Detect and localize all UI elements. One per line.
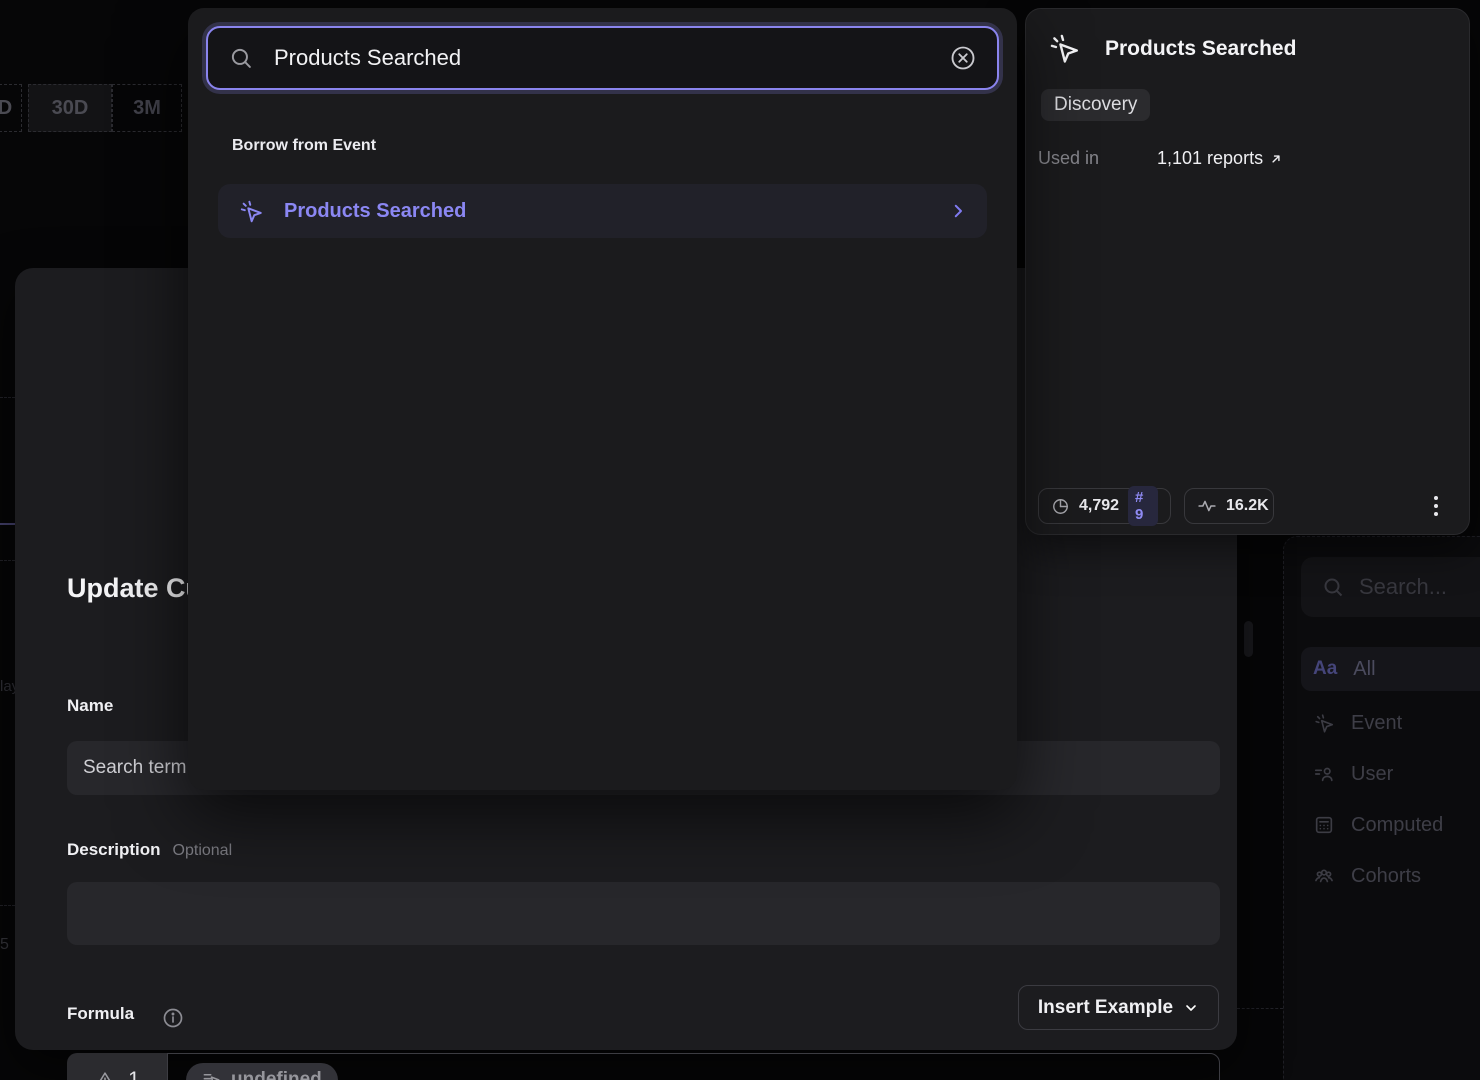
time-range-30d[interactable]: 30D [28,84,112,132]
search-result-products-searched[interactable]: Products Searched [218,184,987,238]
description-field[interactable] [67,882,1220,945]
event-cursor-icon [1047,31,1081,65]
property-type-sidebar: Search... Aa All Event User [1283,536,1480,1080]
search-icon [228,45,254,71]
total-count-pill[interactable]: 4,792 # 9 [1038,488,1171,524]
event-cursor-icon [1313,712,1335,734]
sidebar-item-label: Event [1351,712,1402,735]
sidebar-search-input[interactable]: Search... [1301,557,1480,617]
chevron-down-icon [1183,1000,1199,1016]
pie-chart-icon [1051,497,1070,516]
name-label: Name [67,696,113,716]
formula-property-chip[interactable]: undefined [186,1063,338,1080]
sidebar-item-user[interactable]: User [1301,752,1480,796]
search-input[interactable] [272,44,931,72]
user-profile-icon [1313,763,1335,785]
clear-search-icon[interactable] [949,44,977,72]
used-in-label: Used in [1038,148,1099,169]
result-label: Products Searched [284,200,929,223]
chart-gridline [0,560,15,561]
time-range-3m[interactable]: 3M [112,84,182,132]
search-input-wrapper [206,26,999,90]
scrollbar-thumb[interactable] [1244,621,1253,657]
calculator-icon [1313,814,1335,836]
panel-edge-fragment [1237,1008,1283,1009]
sidebar-item-label: Computed [1351,814,1443,837]
volume-pill[interactable]: 16.2K [1184,488,1274,524]
external-arrow-icon [1269,152,1283,166]
more-options-button[interactable] [1424,492,1448,520]
chip-label: undefined [231,1069,322,1080]
insert-example-button[interactable]: Insert Example [1018,985,1219,1030]
event-card-title: Products Searched [1105,37,1296,61]
chart-line-fragment [0,523,15,525]
volume-count: 16.2K [1226,497,1269,515]
sidebar-item-computed[interactable]: Computed [1301,803,1480,847]
formula-label: Formula [67,1004,134,1024]
sidebar-search-placeholder: Search... [1359,574,1447,600]
description-label: Description Optional [67,840,232,860]
formula-error-count: 1 [67,1053,167,1080]
sidebar-item-all[interactable]: Aa All [1301,647,1480,691]
sidebar-item-event[interactable]: Event [1301,701,1480,745]
app-root: D 30D 3M lay 5 Search... Aa All Event [0,0,1480,1080]
formula-editor[interactable]: undefined [167,1053,1220,1080]
sidebar-item-label: All [1353,658,1375,681]
activity-pulse-icon [1197,496,1217,516]
optional-label: Optional [173,842,233,860]
people-group-icon [1313,865,1335,887]
sidebar-item-label: User [1351,763,1393,786]
error-count: 1 [128,1068,140,1080]
section-label: Borrow from Event [232,137,376,155]
search-icon [1321,575,1345,599]
sidebar-item-cohorts[interactable]: Cohorts [1301,854,1480,898]
total-count: 4,792 [1079,497,1119,515]
chart-gridline [0,397,15,398]
property-search-modal: Borrow from Event Products Searched [188,8,1017,790]
sidebar-item-label: Cohorts [1351,865,1421,888]
warning-icon [94,1069,116,1080]
text-type-icon: Aa [1313,658,1337,680]
used-in-reports-link[interactable]: 1,101 reports [1157,148,1283,169]
event-cursor-icon [238,198,264,224]
property-icon [202,1070,221,1080]
event-detail-card: Products Searched Discovery Used in 1,10… [1025,8,1470,535]
chevron-right-icon [949,202,967,220]
time-range-partial[interactable]: D [0,84,22,132]
category-badge: Discovery [1041,89,1150,121]
chart-axis-fragment: 5 [0,936,9,954]
info-icon[interactable] [161,1006,185,1030]
rank-badge: # 9 [1128,486,1158,526]
chart-gridline [0,905,15,906]
